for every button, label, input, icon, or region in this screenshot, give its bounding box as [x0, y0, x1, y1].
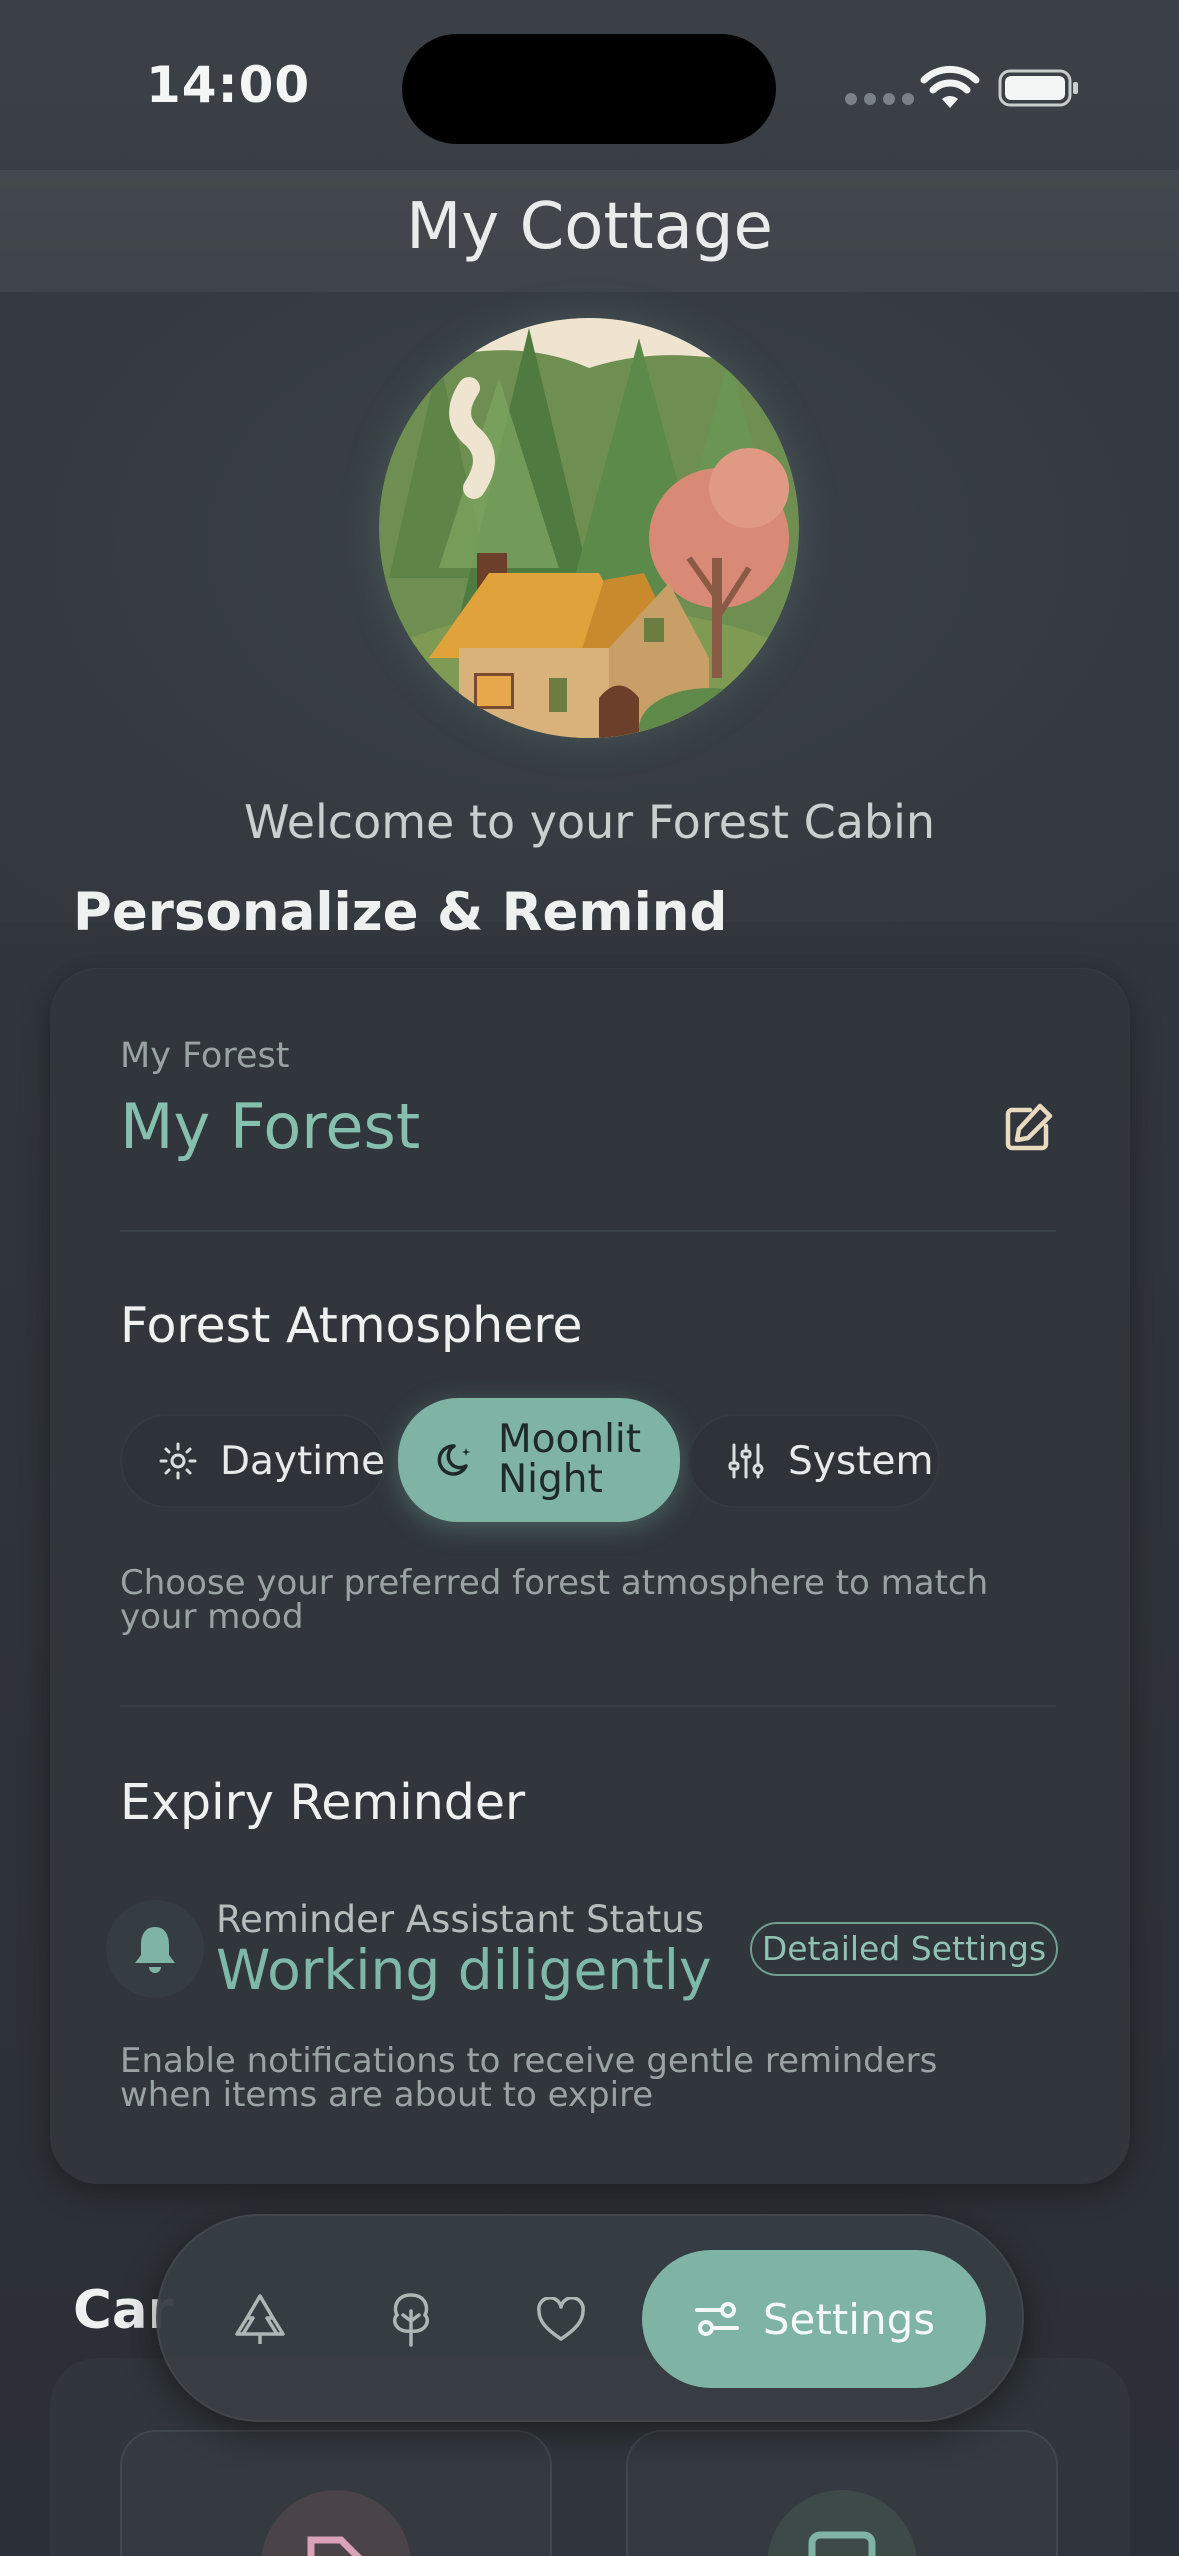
reminder-title: Expiry Reminder: [120, 1774, 526, 1831]
atmosphere-option-moonlit-night[interactable]: Moonlit Night: [398, 1398, 680, 1522]
bell-badge: [106, 1900, 204, 1998]
atmosphere-title: Forest Atmosphere: [120, 1297, 583, 1354]
reminder-help-text: Enable notifications to receive gentle r…: [120, 2041, 938, 2115]
atmosphere-option-daytime[interactable]: Daytime: [120, 1414, 386, 1508]
screen: 14:00 My Cottage Welcome to your Forest …: [0, 0, 1179, 2556]
atmosphere-option-system[interactable]: System: [688, 1414, 940, 1508]
tab-settings[interactable]: Settings: [642, 2250, 986, 2388]
settings-icon: [694, 2302, 739, 2336]
tab-forest[interactable]: [230, 2290, 290, 2350]
atmosphere-option-label: System: [788, 1438, 934, 1484]
page-title: My Cottage: [406, 190, 773, 264]
tab-tree[interactable]: [381, 2290, 441, 2350]
moon-icon: [437, 1444, 470, 1476]
detailed-settings-button[interactable]: Detailed Settings: [750, 1922, 1058, 1976]
divider: [120, 1705, 1056, 1707]
trees-icon: [235, 2294, 285, 2344]
tab-favorites[interactable]: [531, 2290, 591, 2350]
wifi-icon: [920, 65, 980, 108]
forest-name-value: My Forest: [120, 1090, 421, 1163]
atmosphere-option-label: Daytime: [220, 1438, 386, 1484]
forest-name-caption: My Forest: [120, 1036, 290, 1076]
atmosphere-help-text: Choose your preferred forest atmosphere …: [120, 1563, 989, 1637]
tab-settings-label: Settings: [762, 2294, 936, 2344]
section-title-personalize: Personalize & Remind: [73, 882, 728, 943]
battery-icon: [998, 69, 1078, 107]
bell-icon: [135, 1927, 175, 1973]
reminder-status-label: Reminder Assistant Status: [216, 1898, 705, 1941]
sun-icon: [159, 1442, 197, 1480]
welcome-text: Welcome to your Forest Cabin: [243, 795, 936, 849]
atmosphere-option-label: Moonlit Night: [498, 1417, 642, 1502]
tag-icon: [261, 2490, 411, 2556]
sliders-icon: [728, 1443, 764, 1479]
heart-icon: [537, 2297, 585, 2341]
cellular-signal-icon: [845, 93, 914, 105]
cabin-illustration: [379, 318, 799, 738]
tree-icon: [392, 2293, 430, 2347]
box-icon: [767, 2490, 917, 2556]
dynamic-island: [402, 34, 776, 144]
reminder-status-value: Working diligently: [216, 1938, 712, 2002]
status-time: 14:00: [146, 56, 311, 114]
status-bar: 14:00: [0, 0, 1179, 170]
edit-icon[interactable]: [1000, 1100, 1056, 1156]
divider: [120, 1230, 1056, 1232]
